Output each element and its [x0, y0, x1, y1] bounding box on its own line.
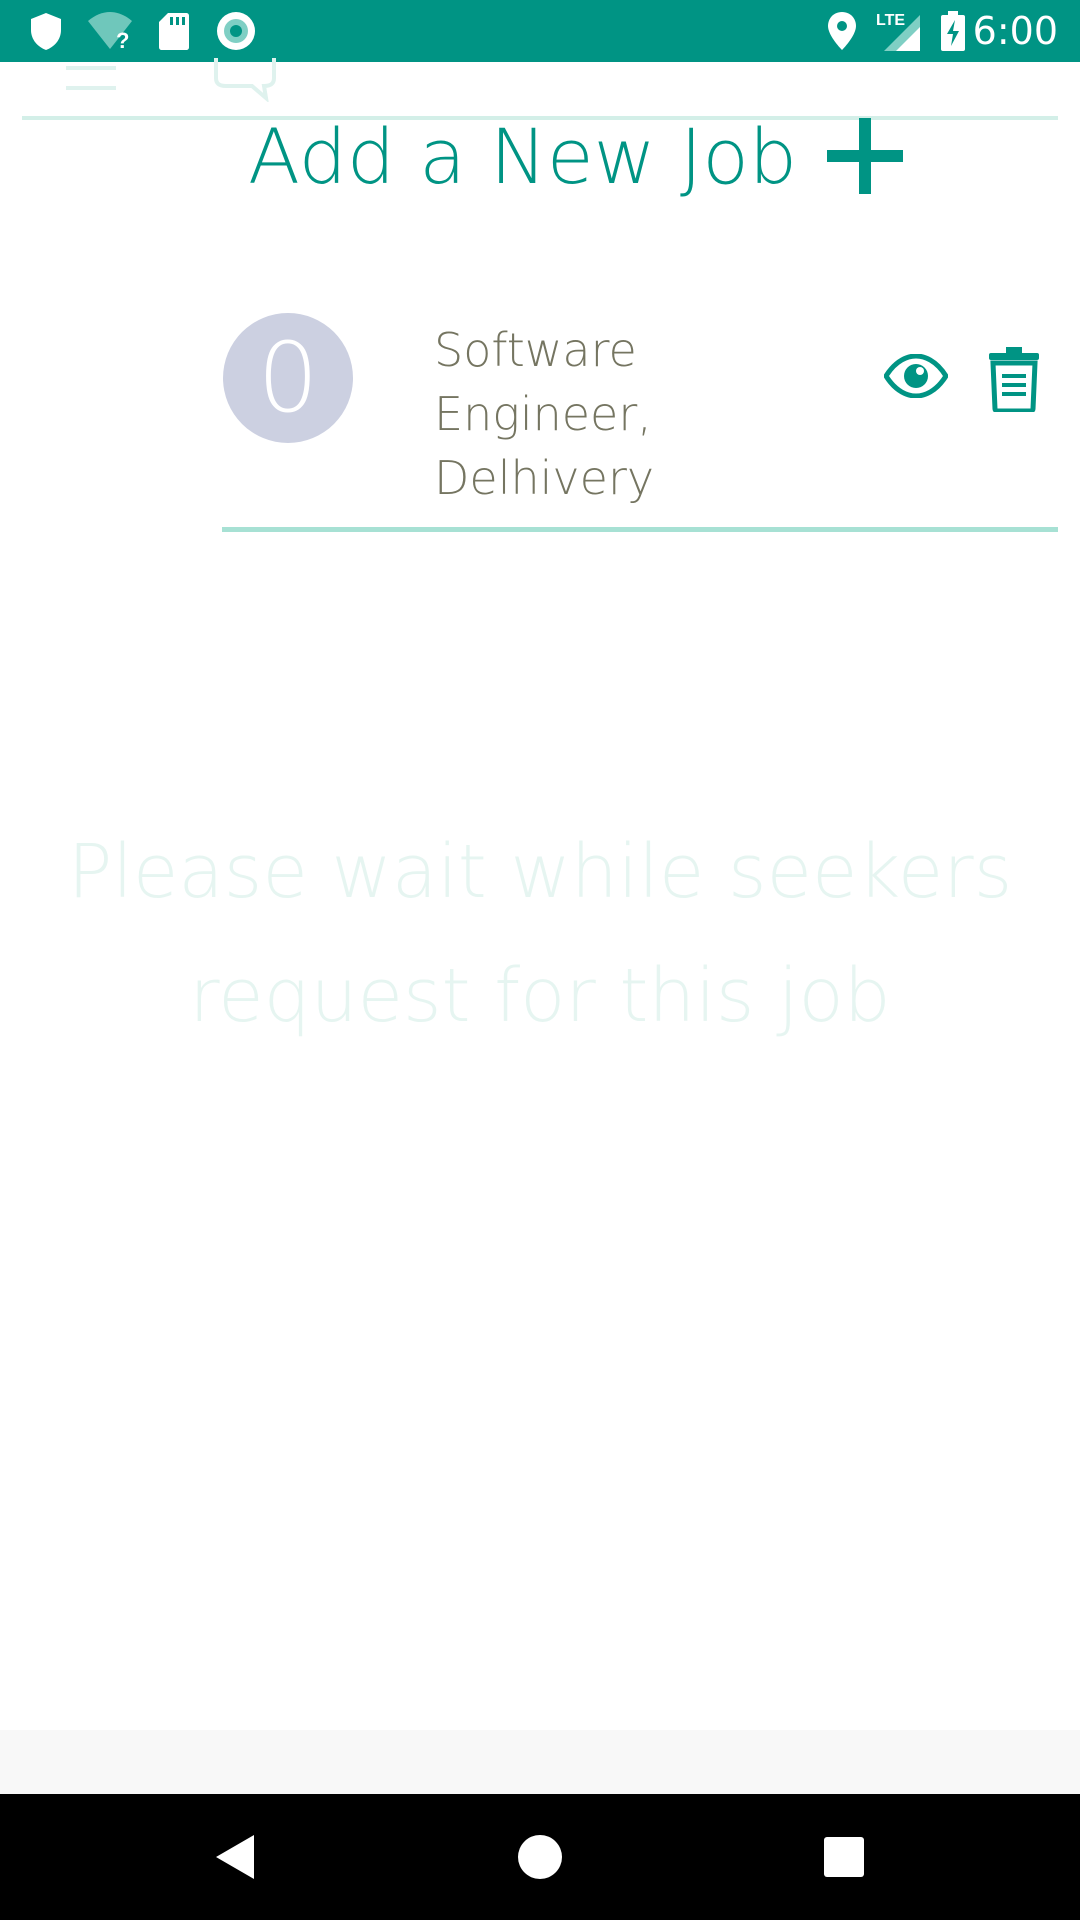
shield-icon — [28, 0, 64, 62]
menu-icon[interactable] — [66, 66, 116, 98]
bottom-strip — [0, 1730, 1080, 1794]
add-job-label: Add a New Job — [248, 111, 798, 201]
record-icon — [216, 0, 256, 62]
signal-icon: LTE — [874, 0, 924, 62]
job-row[interactable]: 0 Software Engineer, Delhivery — [222, 300, 1058, 530]
battery-charging-icon — [940, 0, 966, 62]
plus-icon — [827, 118, 904, 194]
svg-text:LTE: LTE — [876, 12, 905, 29]
back-icon[interactable] — [208, 1829, 264, 1885]
wifi-unknown-icon: ? — [86, 0, 134, 62]
add-job-button[interactable]: Add a New Job — [248, 110, 904, 202]
clock: 6:00 — [972, 9, 1058, 53]
eye-icon[interactable] — [883, 353, 949, 399]
chat-icon[interactable] — [212, 56, 278, 106]
empty-state-message: Please wait while seekers request for th… — [67, 829, 1013, 1039]
status-bar: ? LTE 6:00 — [0, 0, 1080, 62]
home-icon[interactable] — [512, 1829, 568, 1885]
delete-icon[interactable] — [988, 346, 1040, 414]
navigation-bar — [0, 1794, 1080, 1920]
applicant-count: 0 — [257, 322, 319, 434]
location-icon — [826, 0, 858, 62]
job-title: Software Engineer, Delhivery — [434, 323, 655, 505]
applicant-count-badge: 0 — [223, 313, 353, 443]
recents-icon[interactable] — [816, 1829, 872, 1885]
job-row-divider — [222, 527, 1058, 532]
sd-card-icon — [158, 0, 190, 62]
svg-text:?: ? — [116, 28, 129, 51]
